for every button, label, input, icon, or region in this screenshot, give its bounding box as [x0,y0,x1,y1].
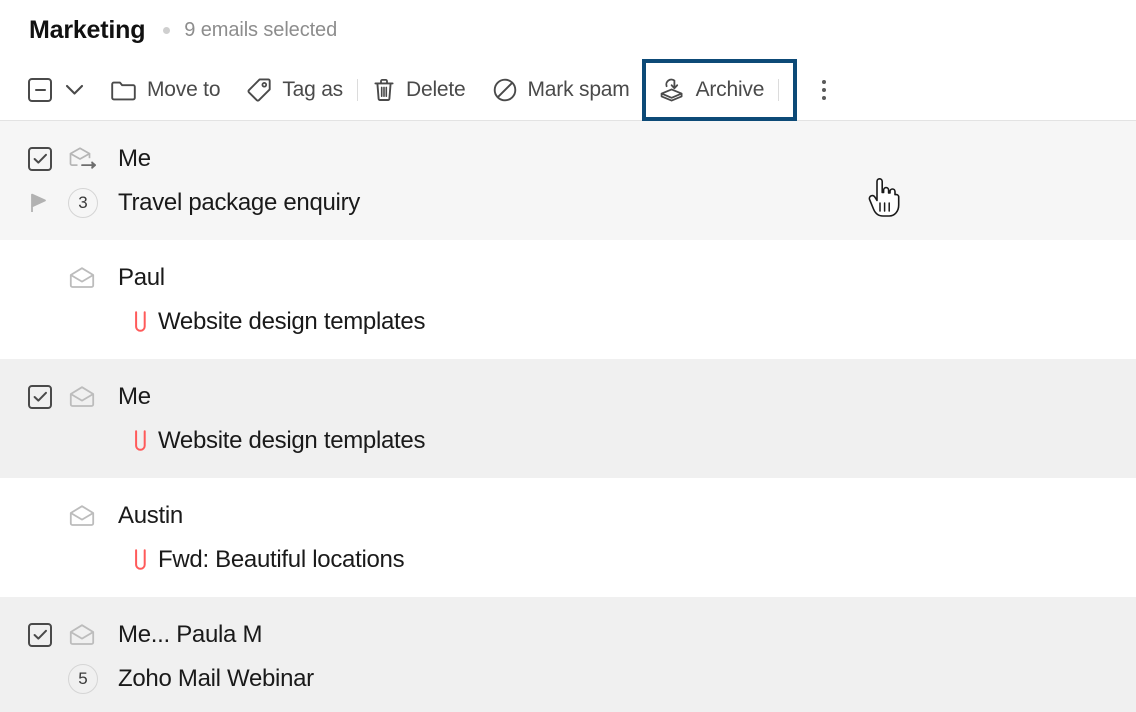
row-checkbox[interactable] [28,623,68,647]
sender-name: Paul [118,264,165,292]
table-row[interactable]: Austin Fwd: Beautiful locations [0,478,1136,597]
checkbox-checked-icon[interactable] [28,623,52,647]
subject-text: Zoho Mail Webinar [118,665,314,693]
mark-spam-button[interactable]: Mark spam [492,64,630,116]
envelope-open-icon [68,621,118,649]
row-subject-line: Fwd: Beautiful locations [28,538,1136,582]
row-subject-line: Website design templates [28,300,1136,344]
row-subject-line: Website design templates [28,419,1136,463]
tag-as-label: Tag as [282,78,343,102]
delete-label: Delete [406,78,466,102]
toolbar-divider-2 [778,79,779,101]
subject-text: Fwd: Beautiful locations [158,546,404,574]
sender-name: Me [118,383,151,411]
archive-icon [658,77,686,104]
block-icon [492,77,518,103]
tag-icon [246,77,272,103]
chevron-down-icon[interactable] [65,84,84,96]
subject-text: Website design templates [158,308,425,336]
move-to-label: Move to [147,78,220,102]
subject-text: Website design templates [158,427,425,455]
archive-label: Archive [696,78,765,102]
page-header: Marketing 9 emails selected [0,0,1136,60]
move-to-button[interactable]: Move to [110,64,220,116]
row-sender-line: Me... Paula M [28,613,1136,657]
checkbox-checked-icon[interactable] [28,147,52,171]
expand-thread-icon[interactable] [28,191,68,215]
sender-name: Me... Paula M [118,621,262,649]
folder-icon [110,78,137,103]
row-sender-line: Austin [28,494,1136,538]
select-all-checkbox-icon[interactable] [28,78,52,102]
row-sender-line: Me [28,137,1136,181]
sender-name: Me [118,145,151,173]
thread-count-badge: 3 [68,188,118,218]
envelope-open-icon [68,502,118,530]
separator-dot-icon [163,27,170,34]
subject-text: Travel package enquiry [118,189,360,217]
attachment-icon [132,309,158,335]
table-row[interactable]: Paul Website design templates [0,240,1136,359]
archive-button-highlight: Archive [642,59,798,121]
toolbar-divider [357,79,358,101]
table-row[interactable]: Me 3 Travel package enquiry [0,121,1136,240]
envelope-open-icon [68,264,118,292]
selection-status: 9 emails selected [184,19,337,42]
attachment-icon [132,428,158,454]
row-subject-line: 5 Zoho Mail Webinar [28,657,1136,701]
page-title: Marketing [29,16,145,45]
row-checkbox[interactable] [28,385,68,409]
mark-spam-label: Mark spam [528,78,630,102]
row-checkbox[interactable] [28,147,68,171]
tag-as-button[interactable]: Tag as [246,64,343,116]
row-sender-line: Me [28,375,1136,419]
trash-icon [372,77,396,103]
table-row[interactable]: Me... Paula M 5 Zoho Mail Webinar [0,597,1136,712]
select-all-control[interactable] [28,78,84,102]
email-list: Me 3 Travel package enquiry Paul [0,121,1136,712]
row-subject-line: 3 Travel package enquiry [28,181,1136,225]
thread-count-badge: 5 [68,664,118,694]
checkbox-checked-icon[interactable] [28,385,52,409]
archive-button[interactable]: Archive [658,67,765,113]
attachment-icon [132,547,158,573]
delete-button[interactable]: Delete [372,64,466,116]
envelope-forwarded-icon [68,145,118,173]
more-options-icon[interactable] [809,70,839,110]
envelope-open-icon [68,383,118,411]
action-toolbar: Move to Tag as Delete Mark spam [0,60,1136,121]
row-sender-line: Paul [28,256,1136,300]
table-row[interactable]: Me Website design templates [0,359,1136,478]
sender-name: Austin [118,502,183,530]
